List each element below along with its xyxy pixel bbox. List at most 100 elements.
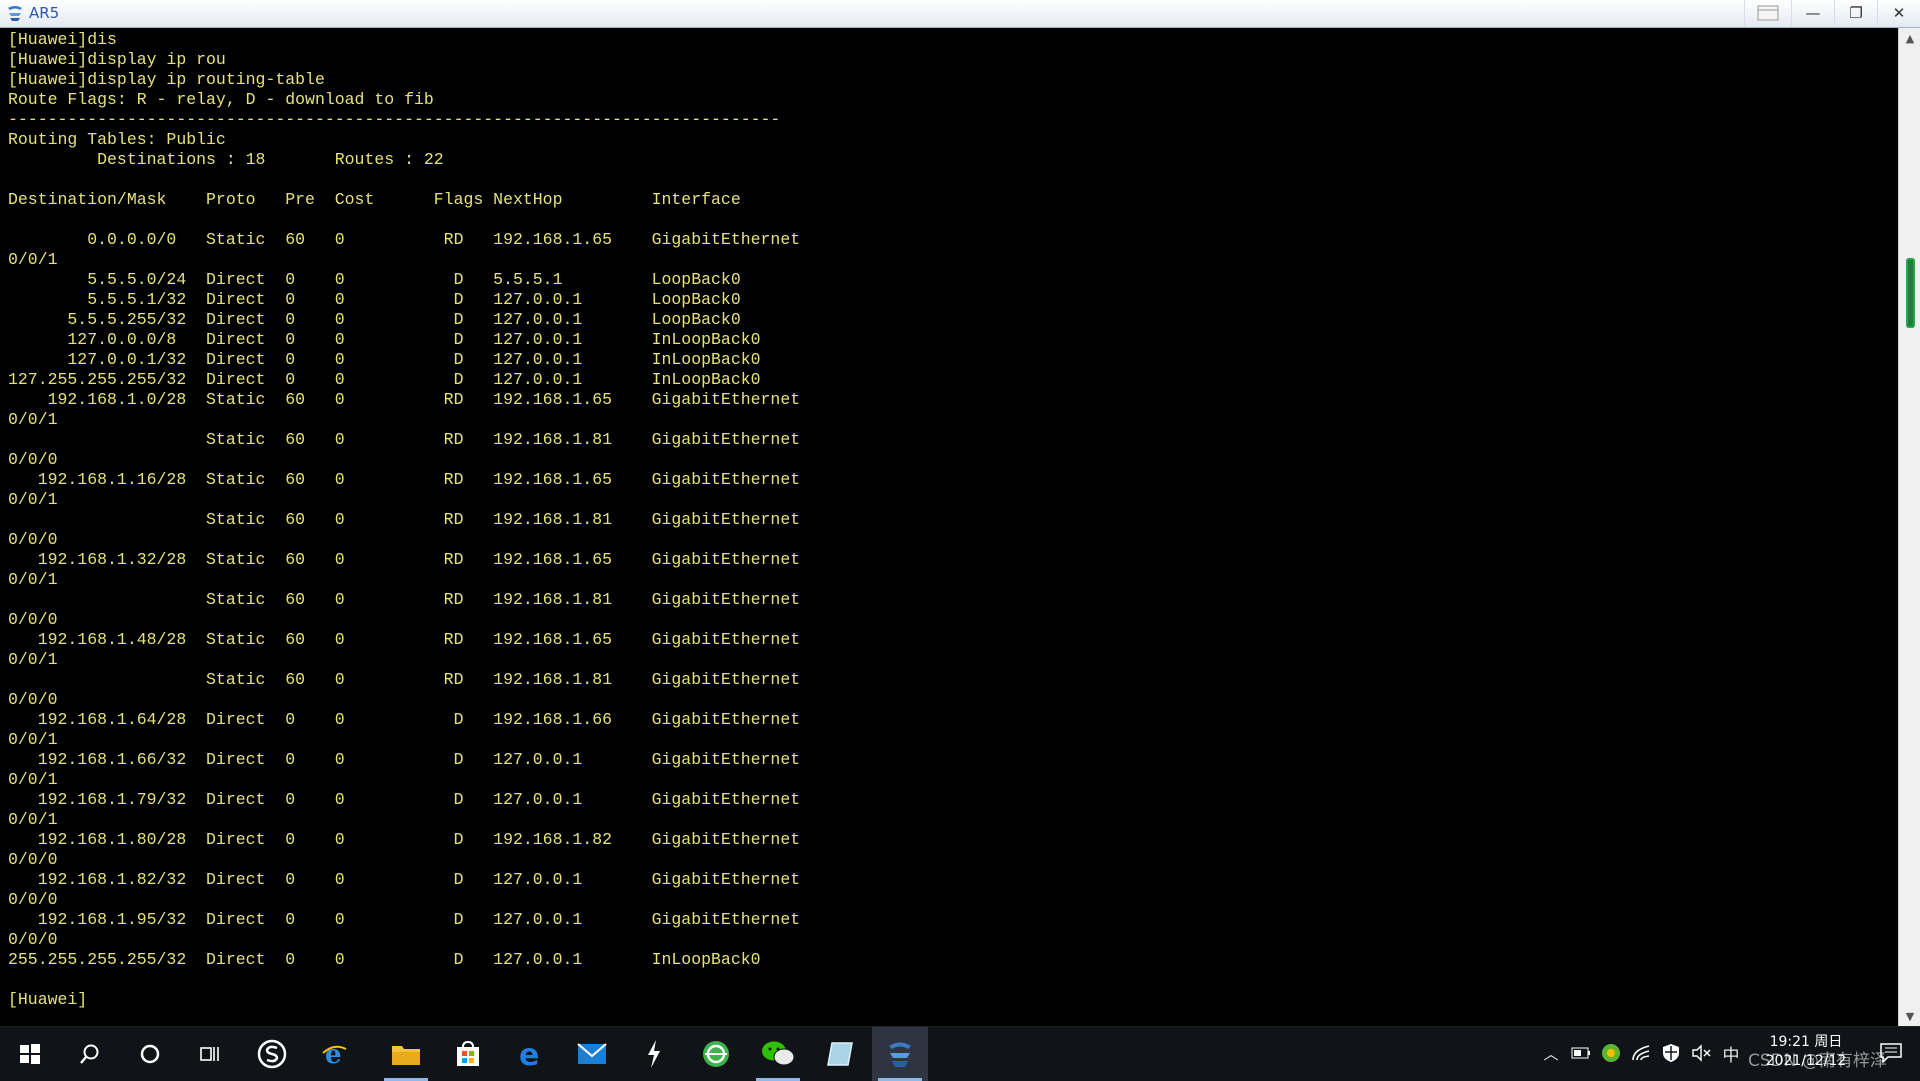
terminal-line: 0/0/0	[8, 530, 58, 549]
terminal-line: 0/0/0	[8, 850, 58, 869]
svg-text:e: e	[519, 1039, 539, 1069]
pinned-app-s-icon	[257, 1039, 287, 1069]
terminal-line: 0/0/1	[8, 250, 58, 269]
pinned-app-s[interactable]	[244, 1027, 300, 1081]
terminal-line: 255.255.255.255/32 Direct 0 0 D 127.0.0.…	[8, 950, 761, 969]
terminal-line: 5.5.5.0/24 Direct 0 0 D 5.5.5.1 LoopBack…	[8, 270, 741, 289]
restore-icon: ❐	[1849, 4, 1863, 22]
window-extra-button[interactable]	[1744, 0, 1791, 26]
terminal-line: 127.255.255.255/32 Direct 0 0 D 127.0.0.…	[8, 370, 761, 389]
mail-icon	[577, 1043, 607, 1064]
browser-360-icon	[703, 1041, 729, 1067]
terminal-line: 192.168.1.79/32 Direct 0 0 D 127.0.0.1 G…	[8, 790, 801, 809]
edge-button[interactable]: e	[502, 1027, 558, 1081]
scrollbar-thumb[interactable]	[1906, 258, 1915, 328]
terminal-output: [Huawei]dis [Huawei]display ip rou [Huaw…	[0, 28, 1898, 1012]
close-icon: ✕	[1892, 4, 1906, 22]
task-view-icon	[200, 1047, 219, 1061]
search-button[interactable]	[62, 1027, 118, 1081]
terminal-console[interactable]: [Huawei]dis [Huawei]display ip rou [Huaw…	[0, 28, 1898, 1026]
window-layout-icon	[1757, 5, 1779, 21]
terminal-line: 192.168.1.82/32 Direct 0 0 D 127.0.0.1 G…	[8, 870, 801, 889]
terminal-line: Route Flags: R - relay, D - download to …	[8, 90, 434, 109]
taskbar: e e ︿ 中 19:21 周日 2021/12/12	[0, 1026, 1920, 1081]
ensp-app-icon	[8, 6, 22, 21]
ie-button[interactable]: e	[306, 1027, 362, 1081]
vertical-scrollbar[interactable]: ▲ ▼	[1898, 28, 1920, 1026]
terminal-line: 192.168.1.80/28 Direct 0 0 D 192.168.1.8…	[8, 830, 801, 849]
search-icon	[80, 1044, 99, 1064]
chevron-up-icon[interactable]: ︿	[1540, 1042, 1562, 1064]
terminal-line: 0/0/0	[8, 890, 58, 909]
scroll-down-icon[interactable]: ▼	[1899, 1006, 1920, 1026]
restore-button[interactable]: ❐	[1834, 0, 1877, 26]
terminal-line: 127.0.0.1/32 Direct 0 0 D 127.0.0.1 InLo…	[8, 350, 761, 369]
terminal-line: [Huawei]display ip routing-table	[8, 70, 325, 89]
terminal-line: Routing Tables: Public	[8, 130, 226, 149]
security-app-icon[interactable]	[1600, 1042, 1622, 1064]
terminal-line: [Huawei]display ip rou	[8, 50, 226, 69]
ie-icon: e	[322, 1040, 347, 1069]
terminal-line: Static 60 0 RD 192.168.1.81 GigabitEther…	[8, 670, 801, 689]
pinned-app-glass[interactable]	[812, 1027, 868, 1081]
mail-button[interactable]	[564, 1027, 620, 1081]
svg-text:e: e	[325, 1040, 342, 1069]
task-view-button[interactable]	[182, 1027, 238, 1081]
terminal-line: 0/0/0	[8, 930, 58, 949]
minimize-button[interactable]: —	[1791, 0, 1834, 26]
pinned-app-bolt-icon	[648, 1040, 660, 1068]
wechat-button[interactable]	[750, 1027, 806, 1081]
terminal-line: 192.168.1.66/32 Direct 0 0 D 127.0.0.1 G…	[8, 750, 801, 769]
terminal-line: 192.168.1.0/28 Static 60 0 RD 192.168.1.…	[8, 390, 801, 409]
close-button[interactable]: ✕	[1877, 0, 1920, 26]
store-icon	[457, 1040, 479, 1066]
cortana-button[interactable]	[122, 1027, 178, 1081]
terminal-line: 192.168.1.95/32 Direct 0 0 D 127.0.0.1 G…	[8, 910, 801, 929]
window-title: AR5	[29, 4, 60, 22]
terminal-line: 0/0/1	[8, 810, 58, 829]
terminal-line: 192.168.1.48/28 Static 60 0 RD 192.168.1…	[8, 630, 801, 649]
terminal-line: 192.168.1.32/28 Static 60 0 RD 192.168.1…	[8, 550, 801, 569]
terminal-line: 192.168.1.16/28 Static 60 0 RD 192.168.1…	[8, 470, 801, 489]
terminal-line: 127.0.0.0/8 Direct 0 0 D 127.0.0.1 InLoo…	[8, 330, 761, 349]
terminal-line: Destinations : 18 Routes : 22	[8, 150, 444, 169]
file-explorer-icon	[392, 1046, 420, 1065]
ime-indicator[interactable]: 中	[1720, 1042, 1742, 1066]
edge-icon: e	[519, 1039, 539, 1069]
terminal-line: 0/0/1	[8, 490, 58, 509]
pinned-app-bolt[interactable]	[626, 1027, 682, 1081]
browser-360-button[interactable]	[688, 1027, 744, 1081]
scroll-up-icon[interactable]: ▲	[1899, 28, 1920, 48]
terminal-line: 0/0/1	[8, 730, 58, 749]
terminal-line: [Huawei]	[8, 990, 88, 1009]
start-icon	[20, 1044, 40, 1064]
terminal-line: 5.5.5.255/32 Direct 0 0 D 127.0.0.1 Loop…	[8, 310, 741, 329]
terminal-line: 0/0/0	[8, 690, 58, 709]
shield-icon[interactable]	[1660, 1042, 1682, 1064]
terminal-line: Static 60 0 RD 192.168.1.81 GigabitEther…	[8, 430, 801, 449]
csdn-watermark: CSDN @南有梓泽	[1748, 1051, 1887, 1071]
terminal-line: Destination/Mask Proto Pre Cost Flags Ne…	[8, 190, 741, 209]
terminal-line: 0/0/1	[8, 770, 58, 789]
wifi-icon[interactable]	[1630, 1042, 1652, 1064]
terminal-line: ----------------------------------------…	[8, 110, 781, 129]
terminal-line: 0/0/1	[8, 570, 58, 589]
ensp-icon	[889, 1042, 911, 1067]
wechat-icon	[762, 1041, 795, 1066]
pinned-app-glass-icon	[827, 1042, 853, 1066]
terminal-line: 0.0.0.0/0 Static 60 0 RD 192.168.1.65 Gi…	[8, 230, 801, 249]
terminal-line: Static 60 0 RD 192.168.1.81 GigabitEther…	[8, 590, 801, 609]
battery-icon[interactable]	[1570, 1042, 1592, 1064]
start-button[interactable]	[2, 1027, 58, 1081]
terminal-line: 0/0/0	[8, 610, 58, 629]
window-titlebar[interactable]: AR5 — ❐ ✕	[0, 0, 1920, 28]
cortana-icon	[140, 1044, 160, 1064]
terminal-line: 0/0/1	[8, 410, 58, 429]
ensp-taskbar-button[interactable]	[872, 1027, 928, 1081]
file-explorer-button[interactable]	[378, 1027, 434, 1081]
store-button[interactable]	[440, 1027, 496, 1081]
volume-muted-icon[interactable]	[1690, 1042, 1712, 1064]
terminal-line: 0/0/0	[8, 450, 58, 469]
terminal-line: [Huawei]dis	[8, 30, 117, 49]
terminal-line: 5.5.5.1/32 Direct 0 0 D 127.0.0.1 LoopBa…	[8, 290, 741, 309]
